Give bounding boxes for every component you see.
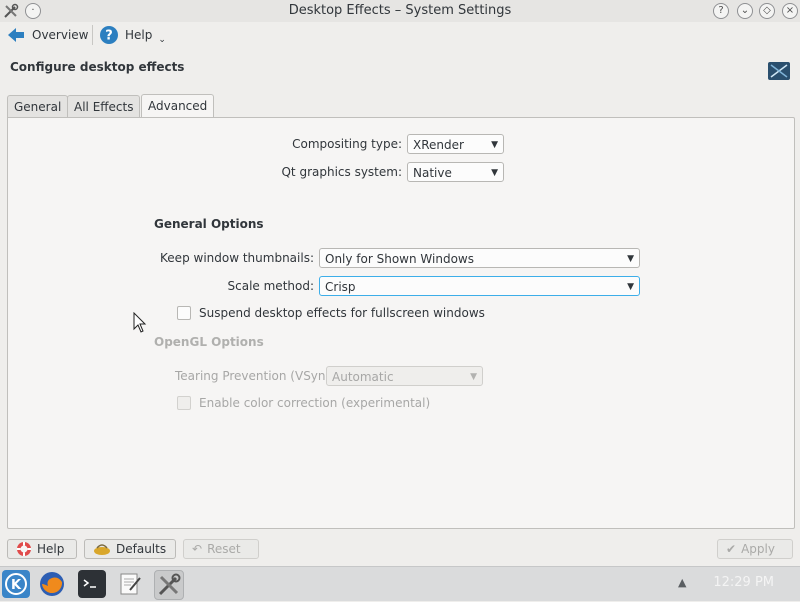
tab-advanced-label: Advanced	[148, 99, 208, 113]
terminal-icon[interactable]	[78, 570, 106, 598]
tearing-prevention-select: Automatic ▼	[326, 366, 483, 386]
reset-button[interactable]: ↶ Reset	[183, 539, 259, 559]
chevron-down-icon: ▼	[491, 168, 498, 178]
system-settings-task-icon[interactable]	[154, 570, 184, 600]
help-icon: ?	[100, 26, 118, 44]
help-button[interactable]: Help	[7, 539, 77, 559]
mouse-cursor-icon	[133, 311, 147, 337]
back-arrow-icon	[8, 28, 24, 42]
chevron-down-icon: ▼	[627, 254, 634, 264]
lifebuoy-icon	[17, 542, 31, 556]
tab-all-effects[interactable]: All Effects	[67, 95, 141, 118]
general-options-heading: General Options	[154, 217, 264, 231]
help-button-label: Help	[37, 542, 65, 556]
scale-method-select[interactable]: Crisp ▼	[319, 276, 640, 296]
scale-method-label: Scale method:	[227, 279, 314, 293]
overview-button[interactable]: Overview	[6, 24, 89, 46]
tray-expand-icon[interactable]: ▲	[678, 576, 686, 589]
minimize-button[interactable]: ⌄	[737, 3, 753, 19]
keep-thumbnails-value: Only for Shown Windows	[325, 252, 474, 266]
text-editor-icon[interactable]	[116, 570, 144, 598]
opengl-options-heading: OpenGL Options	[154, 335, 264, 349]
tearing-prevention-value: Automatic	[332, 370, 394, 384]
reset-button-label: Reset	[207, 542, 241, 556]
window-title: Desktop Effects – System Settings	[288, 3, 512, 18]
chevron-down-icon: ▼	[627, 282, 634, 292]
chevron-down-icon: ⌄	[158, 35, 166, 45]
chevron-down-icon: ▼	[470, 372, 477, 382]
keep-thumbnails-label: Keep window thumbnails:	[160, 251, 314, 265]
tearing-prevention-label: Tearing Prevention (VSync)	[175, 369, 337, 383]
apply-button-label: Apply	[741, 542, 775, 556]
kde-launcher-icon[interactable]: K	[2, 570, 30, 598]
qt-graphics-select[interactable]: Native ▼	[407, 162, 504, 182]
suspend-effects-label[interactable]: Suspend desktop effects for fullscreen w…	[199, 306, 485, 320]
help-menu-button[interactable]: ? Help ⌄	[99, 24, 166, 46]
compositing-type-select[interactable]: XRender ▼	[407, 134, 504, 154]
help-label: Help	[125, 28, 153, 42]
maximize-button[interactable]: ◇	[759, 3, 775, 19]
apply-button[interactable]: ✔ Apply	[717, 539, 793, 559]
close-button[interactable]: ×	[782, 3, 798, 19]
color-correction-checkbox	[177, 396, 191, 410]
keep-thumbnails-select[interactable]: Only for Shown Windows ▼	[319, 248, 640, 268]
undo-icon: ↶	[192, 542, 203, 556]
tab-general[interactable]: General	[7, 95, 69, 118]
help-titlebar-button[interactable]: ?	[713, 3, 729, 19]
tab-advanced[interactable]: Advanced	[141, 94, 215, 118]
defaults-icon	[94, 544, 110, 555]
page-title: Configure desktop effects	[10, 60, 185, 74]
toolbar-separator	[92, 25, 93, 45]
qt-graphics-label: Qt graphics system:	[281, 165, 402, 179]
tab-general-label: General	[14, 100, 62, 114]
clock[interactable]: 12:29 PM	[713, 575, 774, 590]
overview-label: Overview	[32, 28, 89, 42]
color-correction-label: Enable color correction (experimental)	[199, 396, 431, 410]
checkmark-icon: ✔	[726, 542, 737, 556]
firefox-icon[interactable]	[38, 570, 66, 598]
compositing-type-label: Compositing type:	[292, 137, 402, 151]
svg-text:?: ?	[105, 29, 113, 44]
compositing-type-value: XRender	[413, 138, 464, 152]
desktop-effects-icon	[768, 62, 790, 80]
svg-text:K: K	[11, 578, 22, 593]
tab-all-effects-label: All Effects	[74, 100, 134, 114]
suspend-effects-checkbox[interactable]	[177, 306, 191, 320]
qt-graphics-value: Native	[413, 166, 452, 180]
defaults-button-label: Defaults	[116, 542, 167, 556]
chevron-down-icon: ▼	[491, 140, 498, 150]
scale-method-value: Crisp	[325, 280, 356, 294]
defaults-button[interactable]: Defaults	[84, 539, 176, 559]
